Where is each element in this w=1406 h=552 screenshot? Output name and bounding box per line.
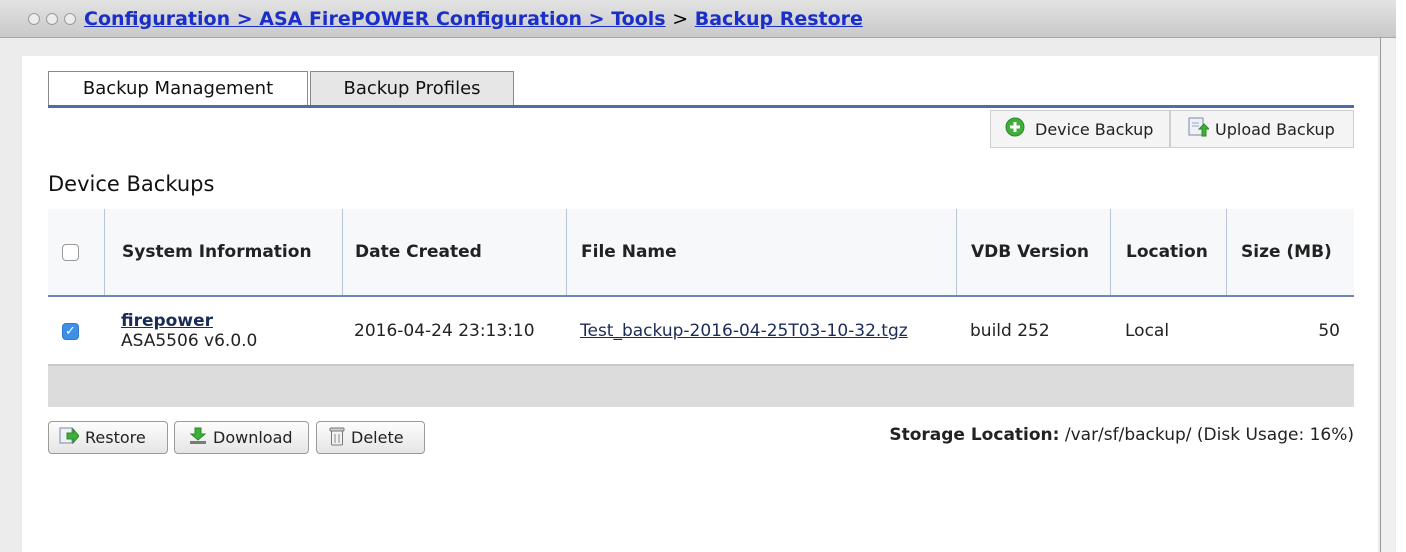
download-icon (189, 427, 207, 449)
select-all-checkbox[interactable] (62, 243, 79, 261)
table-row[interactable]: ✓ firepower ASA5506 v6.0.0 2016-04-24 23… (48, 298, 1354, 366)
download-label: Download (213, 428, 293, 447)
tab-bar: Backup Management Backup Profiles (48, 71, 514, 106)
close-window-button[interactable] (28, 12, 40, 25)
upload-file-icon (1187, 116, 1211, 142)
device-backup-button[interactable]: Device Backup (990, 110, 1170, 148)
zoom-window-button[interactable] (64, 12, 76, 25)
window-scrollbar[interactable] (1380, 38, 1395, 552)
download-button[interactable]: Download (174, 421, 309, 454)
size-cell: 50 (1318, 321, 1340, 341)
select-all-cell (62, 209, 79, 295)
file-name-cell: Test_backup-2016-04-25T03-10-32.tgz (580, 298, 908, 364)
col-file-name[interactable]: File Name (566, 209, 971, 295)
storage-location-label: Storage Location: (889, 425, 1060, 445)
device-backup-label: Device Backup (1035, 119, 1154, 139)
breadcrumb-separator: > (672, 7, 689, 30)
breadcrumb-link-tools[interactable]: Configuration > ASA FirePOWER Configurat… (84, 8, 666, 30)
upload-backup-label: Upload Backup (1215, 119, 1335, 139)
table-footer-bar (48, 366, 1354, 407)
tab-backup-management[interactable]: Backup Management (48, 71, 308, 105)
col-vdb-version[interactable]: VDB Version (956, 209, 1125, 295)
col-size[interactable]: Size (MB) (1226, 209, 1369, 295)
breadcrumb: Configuration > ASA FirePOWER Configurat… (84, 8, 863, 30)
file-name-link[interactable]: Test_backup-2016-04-25T03-10-32.tgz (580, 321, 908, 341)
section-title: Device Backups (48, 172, 215, 196)
restore-button[interactable]: Restore (48, 421, 168, 454)
table-header: System Information Date Created File Nam… (48, 209, 1354, 297)
system-info-cell: firepower ASA5506 v6.0.0 (121, 298, 257, 364)
minimize-window-button[interactable] (46, 12, 58, 25)
date-created-cell: 2016-04-24 23:13:10 (354, 321, 535, 341)
add-circle-icon (1005, 117, 1025, 141)
delete-label: Delete (351, 428, 404, 447)
breadcrumb-link-backup-restore[interactable]: Backup Restore (695, 8, 863, 30)
restore-label: Restore (85, 428, 146, 447)
system-name-link[interactable]: firepower (121, 311, 213, 331)
delete-button[interactable]: Delete (316, 421, 425, 454)
storage-location: Storage Location: /var/sf/backup/ (Disk … (889, 425, 1354, 445)
row-select-cell: ✓ (62, 298, 79, 364)
storage-location-value: /var/sf/backup/ (Disk Usage: 16%) (1064, 425, 1354, 445)
col-location[interactable]: Location (1110, 209, 1242, 295)
window-title-bar: Configuration > ASA FirePOWER Configurat… (0, 0, 1396, 38)
vdb-version-cell: build 252 (970, 321, 1050, 341)
col-system-information[interactable]: System Information (104, 209, 360, 295)
tab-backup-profiles[interactable]: Backup Profiles (310, 71, 514, 105)
location-cell: Local (1125, 321, 1170, 341)
tab-underline (48, 105, 1354, 108)
row-checkbox[interactable]: ✓ (62, 322, 79, 340)
col-date-created[interactable]: Date Created (342, 209, 579, 295)
window-controls (28, 12, 76, 25)
restore-icon (59, 427, 80, 449)
upload-backup-button[interactable]: Upload Backup (1170, 110, 1354, 148)
trash-icon (329, 426, 345, 450)
system-model: ASA5506 v6.0.0 (121, 331, 258, 351)
